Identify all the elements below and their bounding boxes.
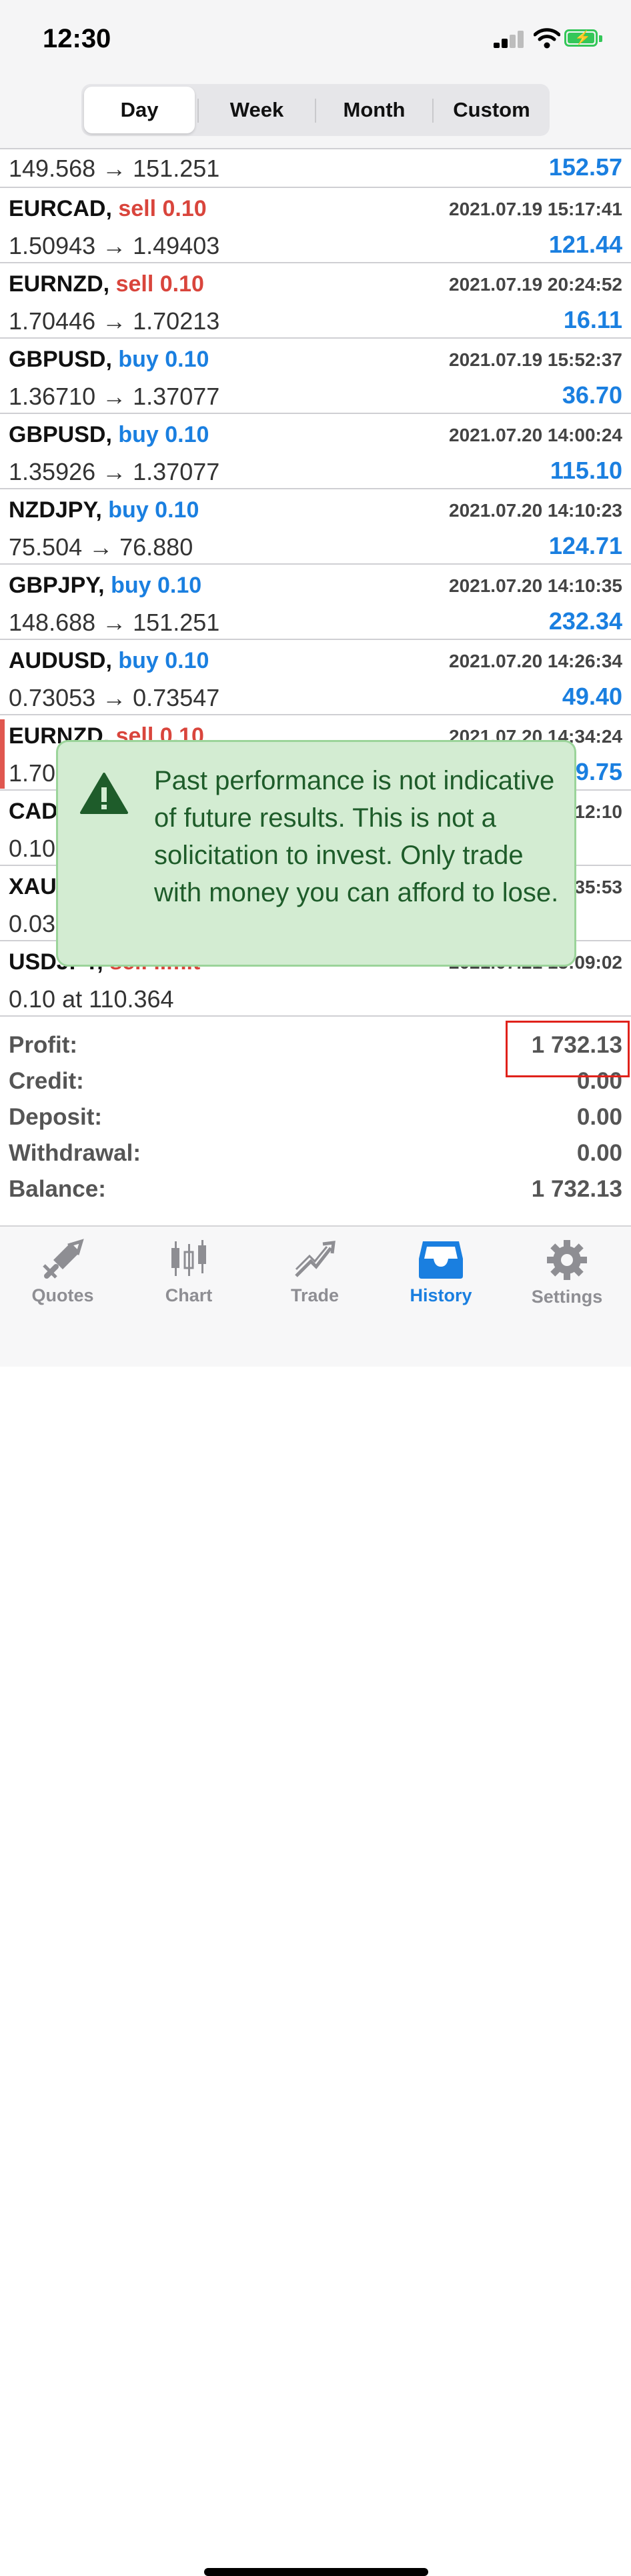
period-selector-bar: Day Week Month Custom <box>0 80 631 148</box>
gear-icon <box>547 1240 587 1280</box>
status-bar: 12:30 ⚡ <box>0 0 631 80</box>
summary-balance: Balance: 1 732.13 <box>9 1176 622 1202</box>
summary-withdrawal: Withdrawal: 0.00 <box>9 1140 622 1166</box>
row-side: sell 0.10 <box>118 196 207 221</box>
battery-icon: ⚡ <box>564 29 603 48</box>
deposit-value: 0.00 <box>576 1104 622 1130</box>
row-price: 1.36710 → 1.37077 <box>9 383 220 410</box>
row-profit: 152.57 <box>548 153 622 181</box>
row-profit: 115.10 <box>550 457 622 484</box>
history-row[interactable]: EURNZD, sell 0.10 2021.07.19 20:24:52 1.… <box>0 263 631 339</box>
row-price: 1.50943 → 1.49403 <box>9 232 220 259</box>
withdrawal-value: 0.00 <box>576 1140 622 1166</box>
row-symbol: NZDJPY, buy 0.10 <box>9 497 199 523</box>
tab-chart[interactable]: Chart <box>139 1239 239 1319</box>
trade-icon <box>295 1241 336 1277</box>
row-side: sell 0.10 <box>115 271 204 297</box>
risk-disclaimer-banner: Past performance is not indicative of fu… <box>56 740 576 967</box>
tab-week[interactable]: Week <box>201 87 312 133</box>
row-symbol: GBPJPY, buy 0.10 <box>9 573 202 598</box>
row-profit: 124.71 <box>548 532 622 559</box>
row-price: 75.504 → 76.880 <box>9 533 193 561</box>
row-profit: 9.75 <box>575 758 622 785</box>
row-marker <box>0 719 5 789</box>
row-date: 35:53 <box>574 877 622 897</box>
row-profit: 36.70 <box>562 381 622 409</box>
wifi-icon <box>534 28 560 49</box>
history-row[interactable]: GBPUSD, buy 0.10 2021.07.19 15:52:37 1.3… <box>0 339 631 414</box>
row-price: 0.73053 → 0.73547 <box>9 684 220 711</box>
history-icon <box>419 1241 463 1279</box>
row-profit: 121.44 <box>548 231 622 258</box>
history-row[interactable]: NZDJPY, buy 0.10 2021.07.20 14:10:23 75.… <box>0 489 631 565</box>
row-date: 2021.07.20 14:10:35 <box>449 575 622 596</box>
tab-history[interactable]: History <box>391 1239 491 1319</box>
row-date: 2021.07.19 15:52:37 <box>449 349 622 370</box>
tab-quotes[interactable]: Quotes <box>13 1239 113 1319</box>
chart-icon <box>171 1240 206 1276</box>
row-price: 1.70446 → 1.70213 <box>9 307 220 335</box>
quotes-icon <box>43 1239 84 1279</box>
cellular-signal-icon <box>494 29 526 48</box>
row-price: 0.03 <box>9 910 56 937</box>
row-profit: 16.11 <box>563 306 622 333</box>
row-date: 2021.07.19 20:24:52 <box>449 274 622 295</box>
row-price: 1.35926 → 1.37077 <box>9 458 220 485</box>
row-symbol: GBPUSD, buy 0.10 <box>9 422 209 447</box>
row-date: 12:10 <box>574 801 622 822</box>
row-side: buy 0.10 <box>108 497 199 523</box>
history-row[interactable]: EURCAD, sell 0.10 2021.07.19 15:17:41 1.… <box>0 188 631 263</box>
row-symbol: EURNZD, sell 0.10 <box>9 271 204 297</box>
row-price: 149.568 → 151.251 <box>9 155 220 182</box>
history-row[interactable]: AUDUSD, buy 0.10 2021.07.20 14:26:34 0.7… <box>0 640 631 715</box>
history-row[interactable]: 149.568 → 151.251 152.57 <box>0 148 631 188</box>
tab-month[interactable]: Month <box>319 87 430 133</box>
row-symbol: EURCAD, sell 0.10 <box>9 196 207 221</box>
row-side: buy 0.10 <box>118 422 209 447</box>
summary-deposit: Deposit: 0.00 <box>9 1104 622 1130</box>
row-date: 2021.07.19 15:17:41 <box>449 199 622 219</box>
row-date: 2021.07.20 14:10:23 <box>449 500 622 521</box>
row-date: 2021.07.20 14:00:24 <box>449 425 622 445</box>
tab-custom[interactable]: Custom <box>436 87 547 133</box>
tab-day[interactable]: Day <box>84 87 195 133</box>
row-price: 1.70 <box>9 759 56 787</box>
row-price: 0.10 <box>9 835 56 862</box>
row-symbol: GBPUSD, buy 0.10 <box>9 347 209 372</box>
disclaimer-text: Past performance is not indicative of fu… <box>154 766 559 907</box>
row-side: buy 0.10 <box>111 573 202 598</box>
balance-value: 1 732.13 <box>531 1176 622 1202</box>
row-profit: 49.40 <box>562 683 622 710</box>
row-date: 2021.07.20 14:26:34 <box>449 651 622 671</box>
warning-icon <box>80 773 128 814</box>
home-indicator <box>204 2568 428 2576</box>
row-side: buy 0.10 <box>118 347 209 372</box>
row-price: 148.688 → 151.251 <box>9 609 220 636</box>
history-row[interactable]: GBPUSD, buy 0.10 2021.07.20 14:00:24 1.3… <box>0 414 631 489</box>
row-side: buy 0.10 <box>118 648 209 673</box>
status-time: 12:30 <box>43 24 111 53</box>
row-price: 0.10 at 110.364 <box>9 985 174 1013</box>
row-symbol: AUDUSD, buy 0.10 <box>9 648 209 673</box>
bottom-tab-bar: Quotes Chart Trade History Settings <box>0 1225 631 2576</box>
row-profit: 232.34 <box>548 607 622 635</box>
profit-highlight-box <box>506 1021 630 1077</box>
period-segmented-control: Day Week Month Custom <box>81 84 550 136</box>
tab-trade[interactable]: Trade <box>265 1239 365 1319</box>
tab-settings[interactable]: Settings <box>517 1239 617 1319</box>
history-row[interactable]: GBPJPY, buy 0.10 2021.07.20 14:10:35 148… <box>0 565 631 640</box>
